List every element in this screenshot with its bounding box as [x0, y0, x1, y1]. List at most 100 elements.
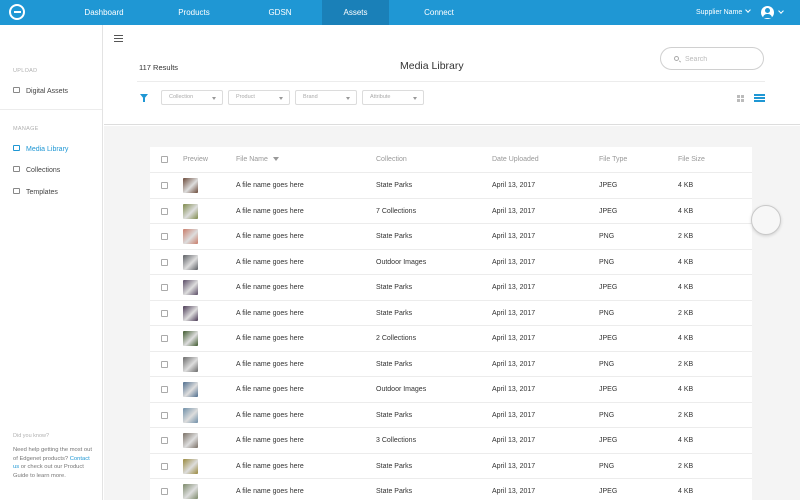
- column-date-uploaded[interactable]: Date Uploaded: [492, 156, 539, 163]
- collection-cell: State Parks: [376, 488, 413, 495]
- table-row[interactable]: A file name goes here State Parks April 13…: [150, 352, 752, 377]
- preview-thumbnail[interactable]: [183, 458, 198, 474]
- row-checkbox[interactable]: [161, 233, 168, 240]
- row-checkbox[interactable]: [161, 437, 168, 444]
- file-name-cell[interactable]: A file name goes here: [236, 182, 304, 189]
- file-size-cell: 2 KB: [678, 233, 694, 240]
- preview-thumbnail[interactable]: [183, 305, 198, 321]
- preview-thumbnail[interactable]: [183, 407, 198, 423]
- column-label: File Name: [236, 156, 268, 163]
- table-body: A file name goes here State Parks April 13…: [150, 173, 752, 500]
- preview-thumbnail[interactable]: [183, 331, 198, 346]
- table-row[interactable]: A file name goes here State Parks April 13…: [150, 479, 752, 500]
- file-name-cell[interactable]: A file name goes here: [236, 284, 304, 291]
- table-row[interactable]: A file name goes here State Parks April 13…: [150, 173, 752, 199]
- table-row[interactable]: A file name goes here State Parks April 13…: [150, 275, 752, 301]
- collection-cell: Outdoor Images: [376, 258, 427, 266]
- file-name-cell[interactable]: A file name goes here: [236, 233, 304, 240]
- file-name-cell[interactable]: A file name goes here: [236, 463, 304, 470]
- file-name-cell[interactable]: A file name goes here: [236, 488, 304, 495]
- file-name-cell[interactable]: A file name goes here: [236, 412, 304, 419]
- help-text-outro: or check out our Product Guide to learn …: [13, 464, 84, 479]
- chevron-down-icon[interactable]: [778, 8, 784, 14]
- column-file-name[interactable]: File Name: [236, 156, 279, 163]
- tab-gdsn[interactable]: GDSN: [238, 0, 322, 25]
- row-checkbox[interactable]: [161, 309, 168, 317]
- preview-thumbnail[interactable]: [183, 203, 198, 219]
- brand-filter-dropdown[interactable]: Brand: [295, 90, 357, 105]
- dropdown-label: Product: [236, 94, 255, 100]
- results-count: 117 Results: [139, 63, 179, 72]
- file-name-cell[interactable]: A file name goes here: [236, 335, 304, 342]
- table-row[interactable]: A file name goes here State Parks April 13…: [150, 403, 752, 428]
- file-name-cell[interactable]: A file name goes here: [236, 310, 304, 317]
- column-file-size[interactable]: File Size: [678, 156, 705, 163]
- sidebar: UPLOAD Digital Assets MANAGE Media Libra…: [0, 25, 103, 500]
- row-checkbox[interactable]: [161, 182, 168, 189]
- sidebar-item-media-library[interactable]: Media Library: [13, 144, 68, 156]
- sidebar-item-templates[interactable]: Templates: [13, 187, 58, 199]
- table-row[interactable]: A file name goes here 7 Collections April …: [150, 199, 752, 224]
- preview-thumbnail[interactable]: [183, 484, 198, 499]
- list-view-icon[interactable]: [754, 94, 765, 102]
- file-name-cell[interactable]: A file name goes here: [236, 259, 304, 266]
- row-checkbox[interactable]: [161, 462, 168, 470]
- file-name-cell[interactable]: A file name goes here: [236, 361, 304, 368]
- preview-thumbnail[interactable]: [183, 254, 198, 270]
- row-checkbox[interactable]: [161, 284, 168, 291]
- file-name-cell[interactable]: A file name goes here: [236, 208, 304, 215]
- preview-thumbnail[interactable]: [183, 280, 198, 295]
- table-row[interactable]: A file name goes here State Parks April 13…: [150, 301, 752, 326]
- table-row[interactable]: A file name goes here 3 Collections April …: [150, 428, 752, 454]
- supplier-menu[interactable]: Supplier Name: [696, 0, 752, 25]
- file-type-cell: JPEG: [599, 207, 618, 215]
- table-row[interactable]: A file name goes here 2 Collections April …: [150, 326, 752, 352]
- row-checkbox[interactable]: [161, 335, 168, 342]
- filter-icon[interactable]: [140, 94, 148, 102]
- main-header: 117 Results Media Library Collection Pro…: [104, 25, 800, 125]
- edgenet-logo-icon[interactable]: [9, 4, 25, 20]
- product-filter-dropdown[interactable]: Product: [228, 90, 290, 105]
- search-box[interactable]: [660, 47, 764, 70]
- select-all-checkbox[interactable]: [161, 156, 168, 163]
- row-checkbox[interactable]: [161, 411, 168, 419]
- sidebar-item-digital-assets[interactable]: Digital Assets: [13, 86, 68, 98]
- row-checkbox[interactable]: [161, 488, 168, 495]
- scroll-handle[interactable]: [751, 205, 781, 235]
- file-name-cell[interactable]: A file name goes here: [236, 437, 304, 444]
- preview-thumbnail[interactable]: [183, 178, 198, 193]
- dropdown-label: Brand: [303, 94, 318, 100]
- attribute-filter-dropdown[interactable]: Attribute: [362, 90, 424, 105]
- search-input[interactable]: [685, 54, 755, 64]
- user-avatar-icon[interactable]: [761, 6, 774, 19]
- sidebar-item-collections[interactable]: Collections: [13, 165, 60, 177]
- date-cell: April 13, 2017: [492, 233, 536, 240]
- row-checkbox[interactable]: [161, 258, 168, 266]
- file-type-cell: PNG: [599, 360, 615, 368]
- row-checkbox[interactable]: [161, 386, 168, 393]
- preview-thumbnail[interactable]: [183, 382, 198, 397]
- tab-assets[interactable]: Assets: [322, 0, 389, 25]
- hamburger-menu-icon[interactable]: [114, 35, 123, 42]
- file-name-cell[interactable]: A file name goes here: [236, 386, 304, 393]
- table-row[interactable]: A file name goes here State Parks April 13…: [150, 224, 752, 250]
- preview-thumbnail[interactable]: [183, 229, 198, 244]
- row-checkbox[interactable]: [161, 360, 168, 368]
- sidebar-item-label: Collections: [26, 167, 61, 174]
- sidebar-section-upload: UPLOAD: [13, 68, 38, 74]
- sidebar-item-label: Media Library: [26, 146, 69, 153]
- table-row[interactable]: A file name goes here Outdoor Images April…: [150, 377, 752, 403]
- tab-connect[interactable]: Connect: [389, 0, 489, 25]
- collection-filter-dropdown[interactable]: Collection: [161, 90, 223, 105]
- column-file-type[interactable]: File Type: [599, 156, 627, 163]
- preview-thumbnail[interactable]: [183, 356, 198, 372]
- tab-products[interactable]: Products: [150, 0, 238, 25]
- table-row[interactable]: A file name goes here Outdoor Images April…: [150, 250, 752, 275]
- table-row[interactable]: A file name goes here State Parks April 13…: [150, 454, 752, 479]
- grid-view-icon[interactable]: [737, 95, 744, 102]
- column-collection[interactable]: Collection: [376, 156, 407, 163]
- file-type-cell: PNG: [599, 411, 615, 419]
- row-checkbox[interactable]: [161, 207, 168, 215]
- tab-dashboard[interactable]: Dashboard: [58, 0, 150, 25]
- preview-thumbnail[interactable]: [183, 433, 198, 448]
